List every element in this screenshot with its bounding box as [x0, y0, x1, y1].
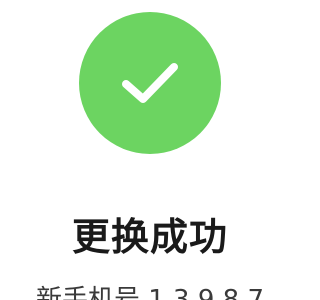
success-check-icon [79, 12, 221, 154]
success-title: 更换成功 [71, 215, 228, 259]
phone-change-detail: 新手机号 1 3 9 8 7 [35, 285, 265, 300]
success-screen: 更换成功 新手机号 1 3 9 8 7 [0, 0, 300, 300]
checkmark-glyph [122, 63, 178, 103]
